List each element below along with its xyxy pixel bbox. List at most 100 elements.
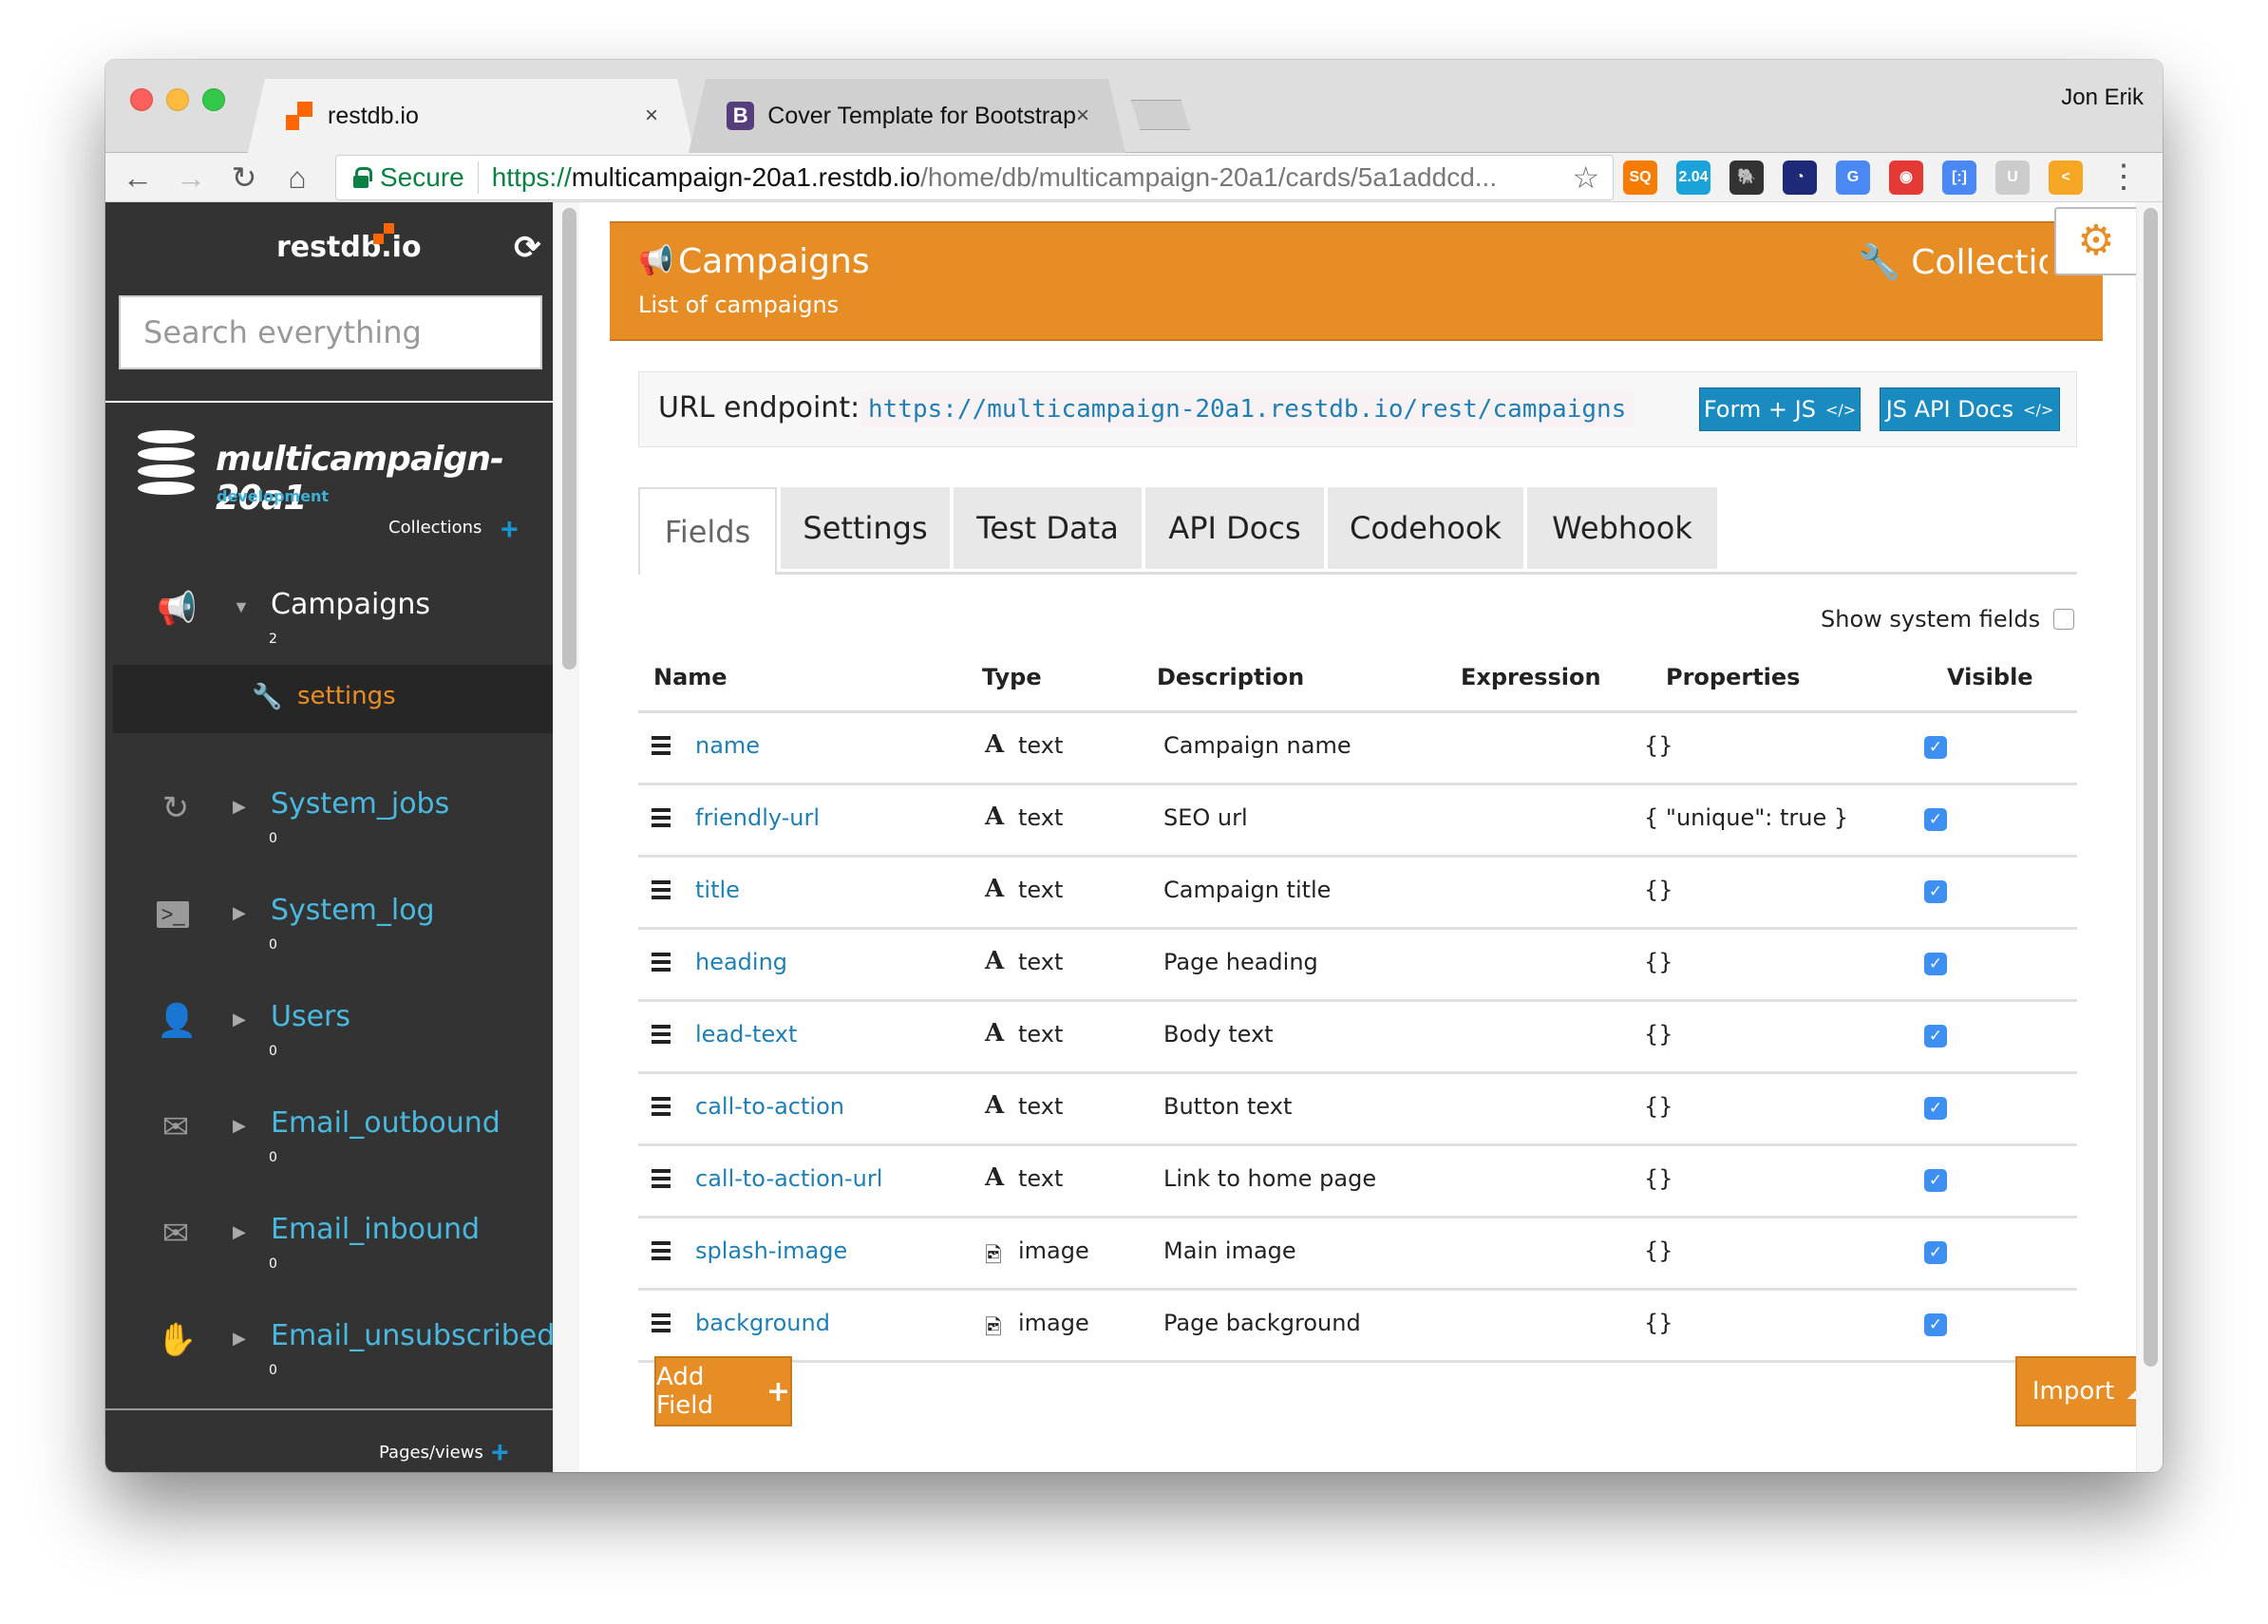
drag-handle-icon[interactable]: [652, 1313, 671, 1336]
sidebar-scrollbar[interactable]: [553, 202, 579, 1472]
js-api-docs-button[interactable]: JS API Docs </>: [1880, 387, 2060, 431]
browser-profile-name[interactable]: Jon Erik: [2061, 85, 2144, 111]
caret-right-icon[interactable]: ▶: [233, 1010, 246, 1029]
table-row[interactable]: heading Atext Page heading {} ✓: [638, 930, 2077, 1002]
main-scrollbar[interactable]: [2136, 202, 2163, 1472]
tab-settings[interactable]: Settings: [781, 487, 950, 569]
new-tab-button[interactable]: [1131, 100, 1190, 130]
sq-extension-icon[interactable]: SQ: [1623, 161, 1657, 195]
form-js-button[interactable]: Form + JS </>: [1699, 387, 1861, 431]
tab-codehook[interactable]: Codehook: [1328, 487, 1523, 569]
main-scrollbar-thumb[interactable]: [2144, 208, 2158, 1367]
caret-right-icon[interactable]: ▶: [233, 797, 246, 817]
u-extension-icon[interactable]: U: [1995, 161, 2030, 195]
field-name-link[interactable]: background: [695, 1310, 830, 1336]
caret-right-icon[interactable]: ▶: [233, 1329, 246, 1349]
browser-tab-bootstrap[interactable]: B Cover Template for Bootstrap ×: [689, 79, 1125, 153]
sidebar-item-email-unsubscribed[interactable]: ✋ ▶ Email_unsubscribed 0: [105, 1312, 555, 1397]
add-page-plus-icon[interactable]: +: [491, 1437, 509, 1467]
sidebar-item-system-log[interactable]: >_ ▶ System_log 0: [105, 886, 553, 972]
visible-checkbox[interactable]: ✓: [1924, 1313, 1947, 1336]
table-row[interactable]: splash-image 🖻 image Main image {} ✓: [638, 1218, 2077, 1291]
color-picker-extension-icon[interactable]: ◉: [1889, 161, 1923, 195]
sidebar-subitem-settings[interactable]: 🔧 settings: [113, 665, 553, 733]
tab-webhook[interactable]: Webhook: [1527, 487, 1717, 569]
drag-handle-icon[interactable]: [652, 736, 671, 759]
visible-checkbox[interactable]: ✓: [1924, 808, 1947, 831]
restdb-logo[interactable]: restdb.io: [276, 231, 422, 264]
visible-checkbox[interactable]: ✓: [1924, 953, 1947, 975]
table-row[interactable]: title Atext Campaign title {} ✓: [638, 858, 2077, 930]
table-row[interactable]: call-to-action Atext Button text {} ✓: [638, 1074, 2077, 1146]
column-header-expression[interactable]: Expression: [1461, 664, 1601, 690]
drag-handle-icon[interactable]: [652, 953, 671, 975]
search-input[interactable]: [119, 295, 542, 369]
close-tab-icon[interactable]: ×: [1076, 103, 1089, 129]
visible-checkbox[interactable]: ✓: [1924, 880, 1947, 903]
column-header-properties[interactable]: Properties: [1666, 664, 1800, 690]
drag-handle-icon[interactable]: [652, 1025, 671, 1048]
field-name-link[interactable]: call-to-action-url: [695, 1165, 882, 1192]
drag-handle-icon[interactable]: [652, 808, 671, 831]
field-name-link[interactable]: call-to-action: [695, 1093, 844, 1120]
url-endpoint-value[interactable]: https://multicampaign-20a1.restdb.io/res…: [860, 391, 1635, 427]
add-collection-plus-icon[interactable]: +: [501, 514, 519, 544]
visible-checkbox[interactable]: ✓: [1924, 1169, 1947, 1192]
field-name-link[interactable]: name: [695, 732, 760, 759]
drag-handle-icon[interactable]: [652, 1169, 671, 1192]
table-row[interactable]: lead-text Atext Body text {} ✓: [638, 1002, 2077, 1074]
maximize-window-button[interactable]: [202, 88, 225, 111]
gears-icon[interactable]: ⚙: [2054, 207, 2136, 275]
address-bar[interactable]: Secure https:// multicampaign-20a1.restd…: [335, 155, 1614, 200]
sidebar-item-email-inbound[interactable]: ✉ ▶ Email_inbound 0: [105, 1205, 553, 1291]
show-system-fields-checkbox[interactable]: [2053, 609, 2075, 630]
sidebar-scrollbar-thumb[interactable]: [562, 208, 576, 670]
share-extension-icon[interactable]: <: [2049, 161, 2083, 195]
database-name[interactable]: multicampaign-20a1: [216, 440, 553, 518]
field-name-link[interactable]: title: [695, 877, 740, 903]
visible-checkbox[interactable]: ✓: [1924, 1097, 1947, 1120]
table-row[interactable]: name Atext Campaign name {} ✓: [638, 713, 2077, 785]
sidebar-item-system-jobs[interactable]: ↻ ▶ System_jobs 0: [105, 780, 553, 865]
tab-fields[interactable]: Fields: [638, 487, 777, 575]
drag-handle-icon[interactable]: [652, 880, 671, 903]
forward-arrow-icon[interactable]: →: [172, 159, 210, 197]
visible-checkbox[interactable]: ✓: [1924, 1241, 1947, 1264]
table-row[interactable]: friendly-url Atext SEO url { "unique": true…: [638, 785, 2077, 858]
field-name-link[interactable]: heading: [695, 949, 787, 975]
minimize-window-button[interactable]: [166, 88, 189, 111]
drag-handle-icon[interactable]: [652, 1097, 671, 1120]
tab-api-docs[interactable]: API Docs: [1145, 487, 1324, 569]
field-name-link[interactable]: splash-image: [695, 1237, 847, 1264]
close-window-button[interactable]: [130, 88, 153, 111]
bookmark-star-icon[interactable]: ☆: [1572, 160, 1599, 196]
sidebar-item-email-outbound[interactable]: ✉ ▶ Email_outbound 0: [105, 1099, 553, 1184]
sidebar-item-campaigns[interactable]: 📢 ▼ Campaigns 2: [105, 580, 553, 666]
caret-right-icon[interactable]: ▶: [233, 1222, 246, 1242]
visible-checkbox[interactable]: ✓: [1924, 1025, 1947, 1048]
sidebar-item-users[interactable]: 👤 ▶ Users 0: [105, 992, 553, 1078]
refresh-icon[interactable]: ⟳: [514, 229, 541, 267]
close-tab-icon[interactable]: ×: [645, 103, 658, 129]
column-header-name[interactable]: Name: [653, 664, 728, 690]
caret-right-icon[interactable]: ▶: [233, 903, 246, 923]
add-field-button[interactable]: Add Field +: [654, 1356, 792, 1426]
drag-handle-icon[interactable]: [652, 1241, 671, 1264]
google-translate-extension-icon[interactable]: G: [1836, 161, 1870, 195]
show-system-fields[interactable]: Show system fields: [1821, 606, 2075, 633]
browser-tab-restdb[interactable]: restdb.io ×: [248, 79, 694, 153]
caret-down-icon[interactable]: ▼: [233, 597, 250, 617]
reload-icon[interactable]: ↻: [225, 159, 263, 197]
field-name-link[interactable]: lead-text: [695, 1021, 797, 1048]
visible-checkbox[interactable]: ✓: [1924, 736, 1947, 759]
speedometer-extension-icon[interactable]: ◔: [1783, 161, 1817, 195]
tag-extension-icon[interactable]: [:]: [1942, 161, 1976, 195]
column-header-type[interactable]: Type: [982, 664, 1042, 690]
table-row[interactable]: background 🖻 image Page background {} ✓: [638, 1291, 2077, 1363]
caret-right-icon[interactable]: ▶: [233, 1116, 246, 1136]
field-name-link[interactable]: friendly-url: [695, 804, 820, 831]
browser-menu-icon[interactable]: ⋮: [2107, 157, 2140, 197]
evernote-extension-icon[interactable]: 🐘: [1729, 161, 1764, 195]
column-header-visible[interactable]: Visible: [1947, 664, 2033, 690]
collection-settings-link[interactable]: 🔧 Collection: [1858, 242, 2048, 282]
